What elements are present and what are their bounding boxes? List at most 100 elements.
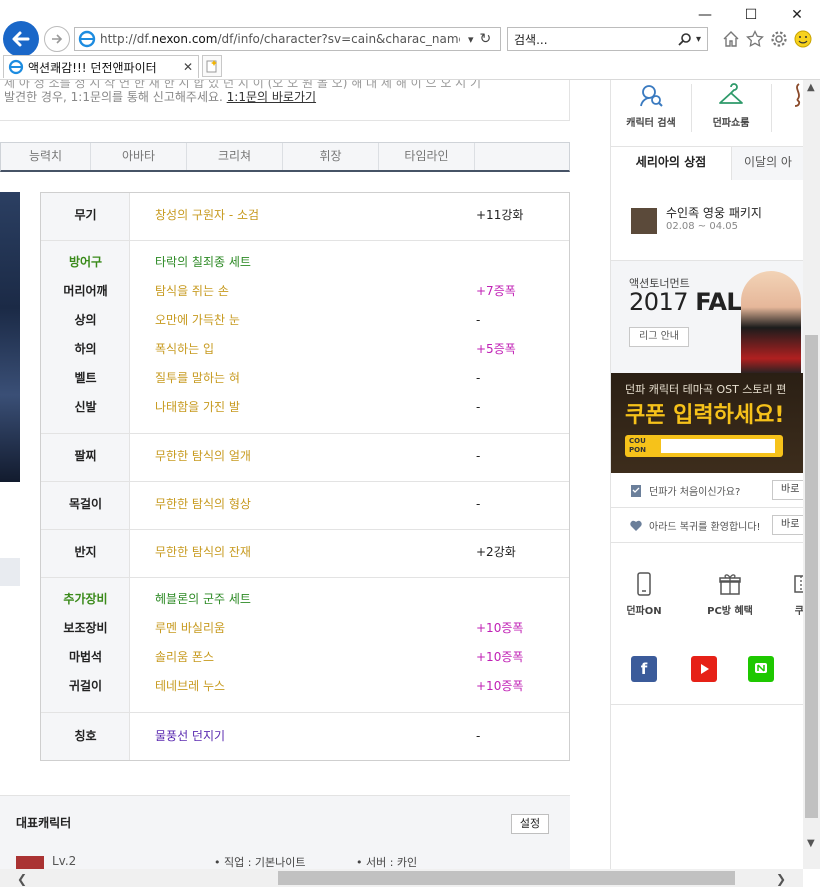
item-name[interactable]: 질투를 말하는 혀 bbox=[155, 369, 240, 387]
vertical-scroll-thumb[interactable] bbox=[805, 335, 818, 818]
vertical-scrollbar[interactable]: ▲ ▼ bbox=[803, 80, 820, 869]
notice-box: 제 아 정 소를 정 시 작 연 한 재 한 시 합 있 던 지 이 (오 오 … bbox=[0, 80, 570, 121]
refresh-icon[interactable]: ↻ bbox=[480, 31, 492, 47]
dropdown-icon[interactable]: ▾ bbox=[468, 33, 474, 46]
equip-row-top: 상의 오만에 가득찬 눈 - bbox=[41, 311, 569, 329]
enhance-value: - bbox=[476, 400, 481, 414]
item-name[interactable]: 테네브레 누스 bbox=[155, 677, 225, 695]
enhance-value: +7증폭 bbox=[476, 284, 516, 298]
coupon-shortcut[interactable]: 쿠폰 bbox=[771, 570, 803, 630]
inquiry-link[interactable]: 1:1문의 바로가기 bbox=[227, 90, 316, 104]
horizontal-scroll-thumb[interactable] bbox=[278, 871, 735, 885]
hanger-icon bbox=[719, 83, 743, 104]
horizontal-scrollbar[interactable]: ❮ ❯ bbox=[0, 869, 803, 887]
home-icon[interactable] bbox=[721, 29, 741, 49]
feedback-smiley-icon[interactable] bbox=[793, 29, 813, 49]
coupon-shortcut-label: 쿠폰 bbox=[794, 606, 803, 617]
set-label: 방어구 bbox=[68, 255, 103, 269]
weapon-group: 무기 창성의 구원자 - 소검 +11강화 bbox=[41, 193, 569, 241]
enhance-value: - bbox=[476, 371, 481, 385]
back-button[interactable] bbox=[3, 21, 39, 57]
naver-icon[interactable] bbox=[748, 656, 774, 682]
item-name[interactable]: 탐식을 쥐는 손 bbox=[155, 282, 229, 300]
slot-label: 마법석 bbox=[68, 650, 103, 664]
tab-creature[interactable]: 크리쳐 bbox=[187, 143, 283, 170]
equip-row-earring: 귀걸이 테네브레 누스 +10증폭 bbox=[41, 677, 569, 695]
address-bar[interactable]: http://df.nexon.com/df/info/character?sv… bbox=[74, 27, 501, 51]
new-tab-button[interactable] bbox=[202, 55, 222, 77]
browser-search-box[interactable]: 검색... ▾ bbox=[507, 27, 708, 51]
slot-label: 팔찌 bbox=[74, 449, 97, 463]
coupon-banner[interactable]: 던파 캐릭터 테마곡 OST 스토리 편 쿠폰 입력하세요! COU PON bbox=[611, 373, 803, 473]
browser-tab[interactable]: 액션쾌감!!! 던전앤파이터 ✕ bbox=[3, 55, 199, 78]
item-name[interactable]: 무한한 탐식의 형상 bbox=[155, 495, 251, 513]
item-name[interactable]: 무한한 탐식의 잔재 bbox=[155, 543, 251, 561]
league-guide-button[interactable]: 리그 안내 bbox=[629, 327, 689, 347]
forward-button[interactable] bbox=[44, 26, 70, 52]
first-time-row: 던파가 처음이신가요? 바로 bbox=[611, 473, 803, 508]
divider bbox=[771, 84, 772, 132]
coupon-subtitle: 던파 캐릭터 테마곡 OST 스토리 편 bbox=[625, 383, 787, 396]
ie-tab-icon bbox=[8, 59, 24, 75]
item-name[interactable]: 나태함을 가진 발 bbox=[155, 398, 240, 416]
item-name[interactable]: 폭식하는 입 bbox=[155, 340, 214, 358]
search-dropdown-icon[interactable]: ▾ bbox=[696, 34, 701, 45]
package-thumbnail bbox=[631, 208, 657, 234]
coupon-input-box[interactable]: COU PON bbox=[625, 435, 783, 457]
tab-avatar[interactable]: 아바타 bbox=[91, 143, 187, 170]
equip-row-sub: 보조장비 루멘 바실리움 +10증폭 bbox=[41, 619, 569, 637]
enhance-value: +2강화 bbox=[476, 545, 516, 559]
set-name[interactable]: 타락의 칠죄종 세트 bbox=[155, 253, 251, 271]
character-search-shortcut[interactable]: 캐릭터 검색 bbox=[611, 80, 691, 140]
item-name[interactable]: 물풍선 던지기 bbox=[155, 727, 225, 745]
settings-gear-icon[interactable] bbox=[769, 29, 789, 49]
pc-bang-shortcut[interactable]: PC방 혜택 bbox=[697, 570, 763, 630]
scroll-down-icon[interactable]: ▼ bbox=[807, 838, 815, 849]
item-name[interactable]: 루멘 바실리움 bbox=[155, 619, 225, 637]
slot-label: 하의 bbox=[74, 342, 97, 356]
first-time-text: 던파가 처음이신가요? bbox=[649, 487, 741, 498]
item-name[interactable]: 창성의 구원자 - 소검 bbox=[155, 206, 259, 224]
equipment-table: 무기 창성의 구원자 - 소검 +11강화 방어구 타락의 칠죄종 세트 머리어… bbox=[40, 192, 570, 761]
rep-job: • 직업 : 기본나이트 bbox=[214, 856, 306, 869]
scroll-left-icon[interactable]: ❮ bbox=[17, 872, 27, 886]
rep-settings-button[interactable]: 설정 bbox=[511, 814, 549, 834]
enhance-value: - bbox=[476, 313, 481, 327]
rep-title: 대표캐릭터 bbox=[16, 816, 72, 830]
scroll-right-icon[interactable]: ❯ bbox=[776, 872, 786, 886]
tab-seria-shop[interactable]: 세리아의 상점 bbox=[611, 147, 731, 180]
bracelet-group: 팔찌 무한한 탐식의 얼개 - bbox=[41, 434, 569, 482]
facebook-icon[interactable]: f bbox=[631, 656, 657, 682]
tab-close-icon[interactable]: ✕ bbox=[183, 60, 193, 74]
set-name[interactable]: 헤블론의 군주 세트 bbox=[155, 590, 251, 608]
enhance-value: - bbox=[476, 497, 481, 511]
tab-monthly[interactable]: 이달의 아 bbox=[731, 147, 803, 180]
rep-character-panel: 대표캐릭터 설정 Lv.2 • 직업 : 기본나이트 • 서버 : 카인 bbox=[0, 795, 570, 869]
close-window-button[interactable]: ✕ bbox=[774, 0, 820, 30]
slot-label: 반지 bbox=[74, 545, 97, 559]
item-name[interactable]: 오만에 가득찬 눈 bbox=[155, 311, 240, 329]
item-name[interactable]: 솔리움 폰스 bbox=[155, 648, 214, 666]
scroll-up-icon[interactable]: ▲ bbox=[807, 82, 815, 93]
tab-stats[interactable]: 능력치 bbox=[1, 143, 91, 170]
equip-row-weapon: 무기 창성의 구원자 - 소검 +11강화 bbox=[41, 206, 569, 224]
search-icon[interactable] bbox=[678, 32, 692, 46]
first-time-button[interactable]: 바로 bbox=[772, 480, 803, 500]
package-date: 02.08 ~ 04.05 bbox=[666, 221, 738, 232]
favorites-star-icon[interactable] bbox=[745, 29, 765, 49]
tab-emblem[interactable]: 휘장 bbox=[283, 143, 379, 170]
minimize-button[interactable]: — bbox=[682, 0, 728, 30]
welcome-back-button[interactable]: 바로 bbox=[772, 515, 803, 535]
item-name[interactable]: 무한한 탐식의 얼개 bbox=[155, 447, 251, 465]
youtube-icon[interactable] bbox=[691, 656, 717, 682]
info-tabs: 능력치 아바타 크리쳐 휘장 타임라인 bbox=[0, 142, 570, 172]
maximize-button[interactable]: ☐ bbox=[728, 0, 774, 30]
dnf-on-shortcut[interactable]: 던파ON bbox=[611, 570, 677, 630]
coupon-input-field[interactable] bbox=[661, 439, 775, 453]
back-arrow-icon bbox=[12, 31, 30, 47]
action-tournament-banner[interactable]: 액션토너먼트 2017 FALL 리그 안내 bbox=[611, 260, 803, 374]
tab-timeline[interactable]: 타임라인 bbox=[379, 143, 475, 170]
set-label: 추가장비 bbox=[63, 592, 108, 606]
showroom-shortcut[interactable]: 던파쇼룸 bbox=[691, 80, 771, 140]
url-text: http://df.nexon.com/df/info/character?sv… bbox=[100, 32, 460, 46]
